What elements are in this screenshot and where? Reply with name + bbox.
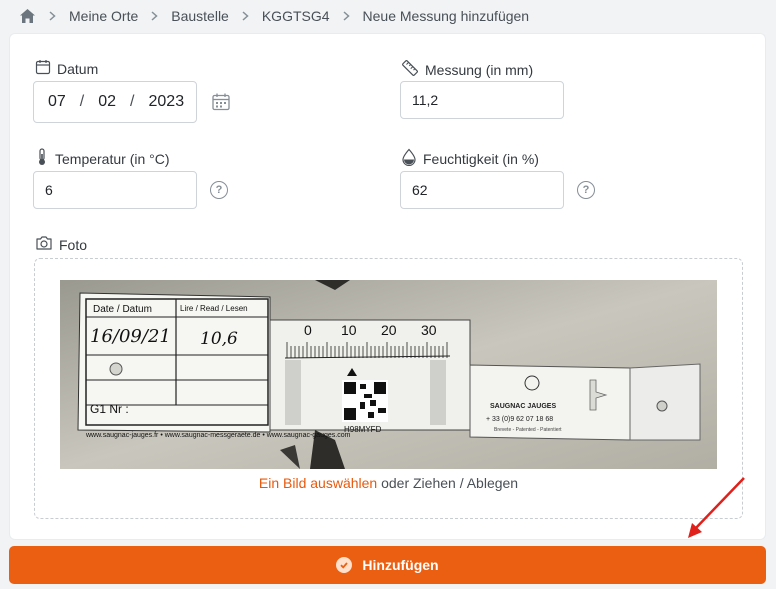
chevron-right-icon — [343, 11, 350, 21]
chevron-right-icon — [242, 11, 249, 21]
uploaded-photo-preview: Date / Datum Lire / Read / Lesen 16/09/2… — [60, 280, 717, 469]
date-separator: / — [79, 93, 85, 110]
image-dropzone[interactable]: Date / Datum Lire / Read / Lesen 16/09/2… — [34, 258, 743, 519]
camera-icon — [35, 235, 59, 254]
drop-hint-text: oder Ziehen / Ablegen — [377, 475, 519, 491]
foto-label: Foto — [35, 235, 87, 254]
temperatur-input[interactable]: 6 — [33, 171, 197, 209]
date-separator: / — [130, 93, 135, 110]
chevron-right-icon — [151, 11, 158, 21]
feuchtigkeit-help-icon[interactable]: ? — [577, 181, 595, 199]
scale-label-10: 10 — [341, 322, 357, 338]
breadcrumb-item-meine-orte[interactable]: Meine Orte — [69, 8, 138, 24]
messung-label: Messung (in mm) — [401, 59, 533, 80]
photo-date-header: Date / Datum — [93, 304, 152, 315]
photo-brand-text: SAUGNAC JAUGES — [490, 403, 556, 410]
calendar-icon — [35, 59, 57, 78]
annotation-arrow — [688, 477, 745, 538]
photo-phone-text: + 33 (0)9 62 07 18 68 — [486, 416, 553, 423]
date-day-input[interactable]: 07 — [48, 93, 66, 111]
dropzone-hint: Ein Bild auswählen oder Ziehen / Ablegen — [35, 475, 742, 491]
breadcrumb: Meine Orte Baustelle KGGTSG4 Neue Messun… — [18, 0, 529, 32]
calendar-picker-icon[interactable] — [211, 92, 231, 117]
date-field[interactable]: 07 / 02 / 2023 — [33, 81, 197, 123]
temperatur-help-icon[interactable]: ? — [210, 181, 228, 199]
gauge-slider-graphic: 0 10 20 30 H98MYFD — [269, 319, 471, 434]
breadcrumb-item-kggtsg4[interactable]: KGGTSG4 — [262, 8, 330, 24]
breadcrumb-item-baustelle[interactable]: Baustelle — [171, 8, 229, 24]
photo-date-value: 16/09/21 — [90, 326, 171, 347]
select-image-link[interactable]: Ein Bild auswählen — [259, 475, 377, 491]
submit-button-label: Hinzufügen — [362, 557, 439, 573]
photo-read-value: 10,6 — [200, 329, 238, 349]
date-year-input[interactable]: 2023 — [149, 93, 185, 111]
messung-input[interactable]: 11,2 — [400, 81, 564, 119]
check-circle-icon — [336, 557, 353, 573]
photo-read-header: Lire / Read / Lesen — [180, 304, 248, 313]
droplet-icon — [401, 148, 423, 169]
datum-label: Datum — [35, 59, 98, 78]
home-icon[interactable] — [18, 7, 36, 25]
feuchtigkeit-label: Feuchtigkeit (in %) — [401, 148, 539, 169]
gauge-right-piece-graphic: SAUGNAC JAUGES + 33 (0)9 62 07 18 68 Bre… — [469, 363, 701, 441]
date-month-input[interactable]: 02 — [98, 93, 116, 111]
scale-label-0: 0 — [304, 322, 312, 338]
photo-brand-small-text: Brevete - Patented - Patentiert — [494, 427, 562, 433]
scale-label-20: 20 — [381, 322, 397, 338]
ruler-icon — [401, 59, 425, 80]
thermometer-icon — [35, 148, 55, 169]
photo-qr-code-text: H98MYFD — [344, 425, 382, 434]
submit-button[interactable]: Hinzufügen — [9, 546, 766, 584]
photo-footer-text: www.saugnac-jauges.fr • www.saugnac-mess… — [85, 432, 351, 439]
temperatur-label: Temperatur (in °C) — [35, 148, 170, 169]
photo-g1-text: G1 Nr : — [90, 402, 129, 416]
chevron-right-icon — [49, 11, 56, 21]
breadcrumb-item-current: Neue Messung hinzufügen — [362, 8, 530, 24]
feuchtigkeit-input[interactable]: 62 — [400, 171, 564, 209]
measurement-form-card: Datum 07 / 02 / 2023 Messung (in mm) 11,… — [9, 33, 766, 540]
scale-label-30: 30 — [421, 322, 437, 338]
